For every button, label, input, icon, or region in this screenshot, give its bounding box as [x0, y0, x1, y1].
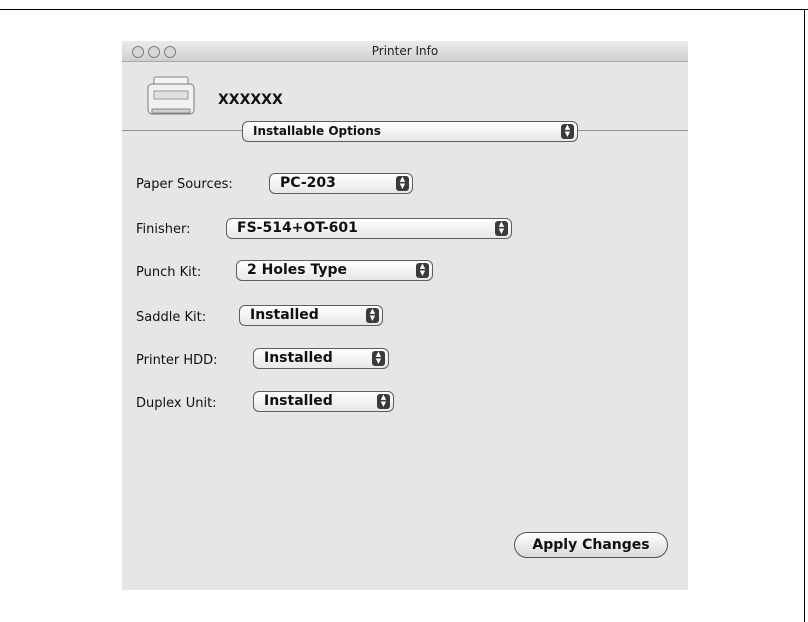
saddle-kit-value: Installed	[250, 307, 319, 323]
printer-icon	[147, 76, 195, 115]
printer-hdd-value: Installed	[264, 350, 333, 366]
punch-kit-label: Punch Kit:	[136, 265, 202, 280]
apply-changes-button[interactable]: Apply Changes	[514, 532, 668, 558]
printer-name: XXXXXX	[218, 92, 283, 108]
frame-top-border	[0, 9, 808, 10]
up-down-arrows-icon: ▲ ▼	[396, 176, 409, 191]
separator	[578, 130, 688, 131]
printer-info-window: Printer Info XXXXXX Installable Options …	[122, 41, 688, 590]
punch-kit-popup[interactable]: 2 Holes Type ▲ ▼	[236, 260, 433, 281]
window-title: Printer Info	[371, 44, 439, 58]
duplex-unit-label: Duplex Unit:	[136, 396, 217, 411]
finisher-label: Finisher:	[136, 222, 191, 237]
paper-sources-value: PC-203	[280, 175, 336, 191]
up-down-arrows-icon: ▲ ▼	[366, 308, 379, 323]
duplex-unit-popup[interactable]: Installed ▲ ▼	[253, 391, 394, 412]
printer-hdd-label: Printer HDD:	[136, 353, 218, 368]
punch-kit-value: 2 Holes Type	[247, 262, 347, 278]
saddle-kit-popup[interactable]: Installed ▲ ▼	[239, 305, 383, 326]
title-bar[interactable]: Printer Info	[122, 41, 688, 62]
up-down-arrows-icon: ▲ ▼	[416, 263, 429, 278]
separator	[122, 130, 242, 131]
paper-sources-popup[interactable]: PC-203 ▲ ▼	[269, 173, 413, 194]
up-down-arrows-icon: ▲ ▼	[561, 124, 574, 139]
duplex-unit-value: Installed	[264, 393, 333, 409]
printer-hdd-popup[interactable]: Installed ▲ ▼	[253, 348, 389, 369]
saddle-kit-label: Saddle Kit:	[136, 310, 207, 325]
finisher-popup[interactable]: FS-514+OT-601 ▲ ▼	[226, 218, 512, 239]
up-down-arrows-icon: ▲ ▼	[372, 351, 385, 366]
up-down-arrows-icon: ▲ ▼	[377, 394, 390, 409]
panel-selector-popup[interactable]: Installable Options ▲ ▼	[242, 121, 578, 142]
up-down-arrows-icon: ▲ ▼	[495, 221, 508, 236]
paper-sources-label: Paper Sources:	[136, 177, 233, 192]
finisher-value: FS-514+OT-601	[237, 220, 358, 236]
frame-right-border	[804, 9, 805, 622]
panel-selector-value: Installable Options	[253, 124, 381, 138]
